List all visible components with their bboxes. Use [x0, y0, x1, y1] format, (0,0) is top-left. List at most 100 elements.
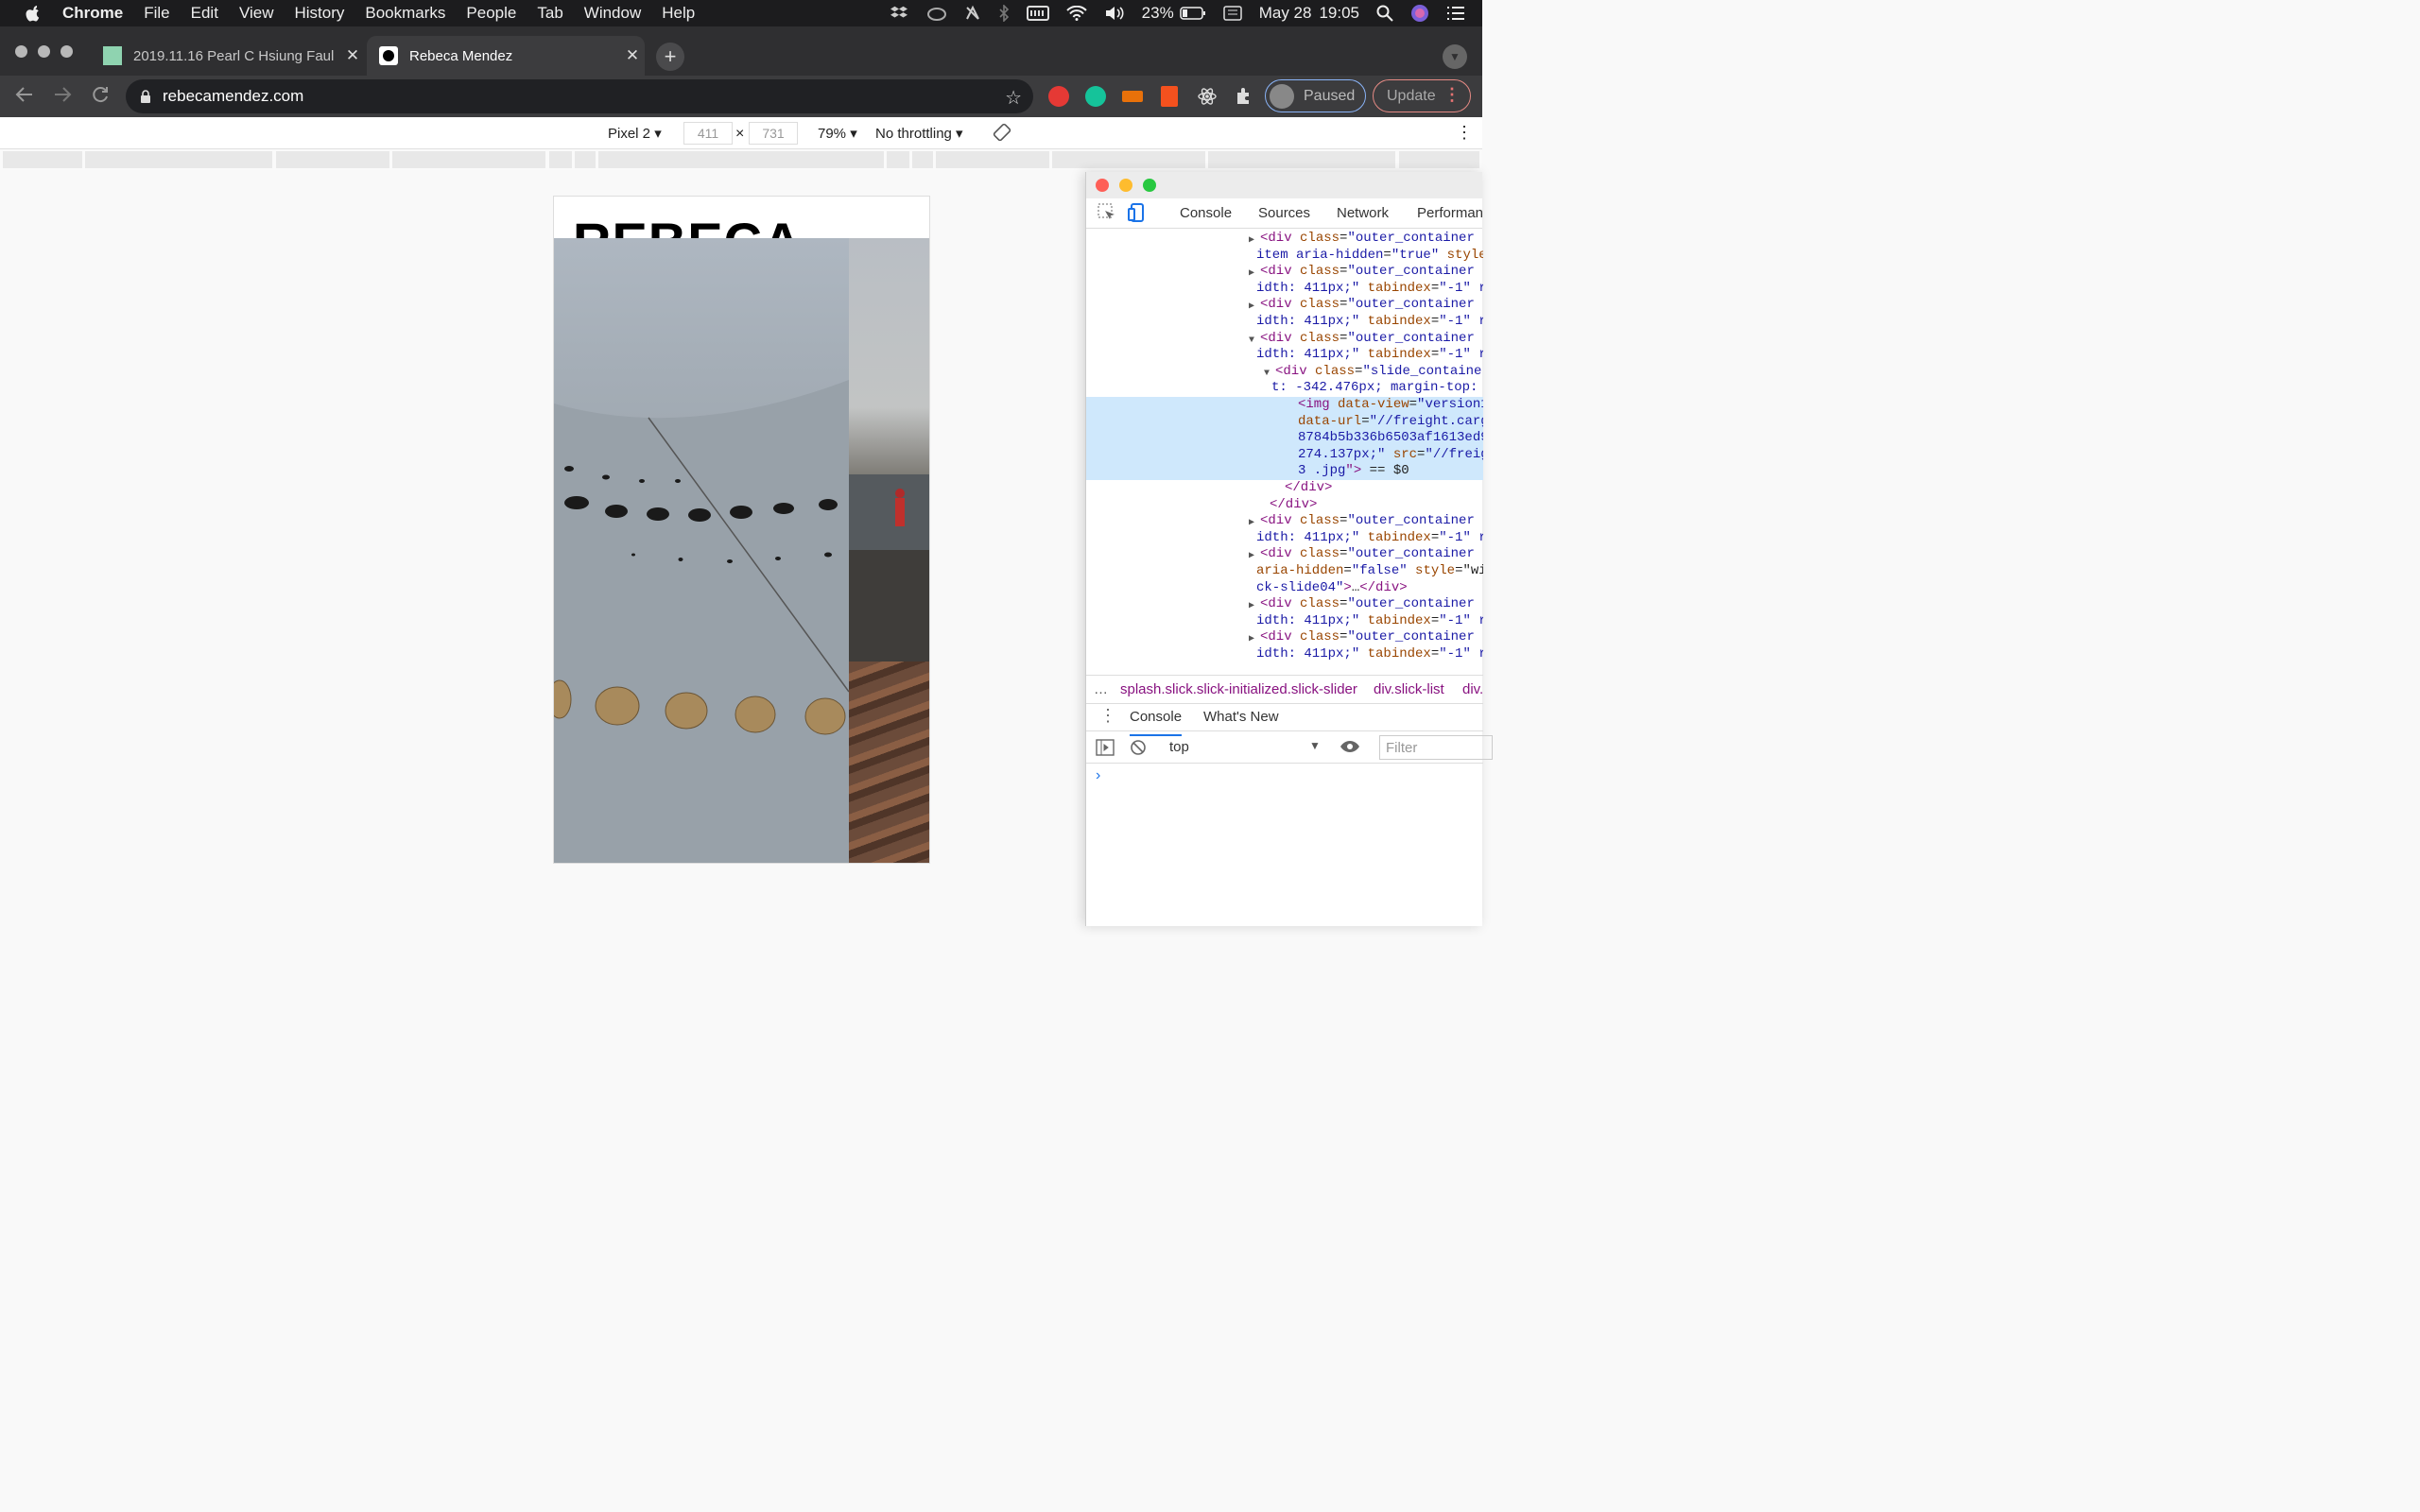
dom-node-line[interactable]: idth: 411px;" tabindex="-1" ro — [1086, 281, 1483, 298]
breadcrumb-item[interactable]: splash.slick.slick-initialized.slick-sli… — [1120, 681, 1357, 697]
dom-node-line[interactable]: item aria-hidden="true" style= — [1086, 248, 1483, 265]
spotlight-icon[interactable] — [1376, 5, 1393, 22]
media-query-bar[interactable] — [392, 151, 545, 168]
menu-history[interactable]: History — [294, 4, 344, 23]
drawer-menu-icon[interactable]: ⋮ — [1099, 706, 1116, 726]
dom-node-line[interactable]: ▼ <div class="outer_container — [1086, 331, 1483, 348]
dom-node-line[interactable]: </div> — [1086, 480, 1483, 497]
rotate-icon[interactable] — [993, 123, 1011, 146]
bluetooth-icon[interactable] — [998, 5, 1010, 22]
media-query-bar[interactable] — [1052, 151, 1205, 168]
wifi-icon[interactable] — [1065, 6, 1087, 21]
dom-node-line[interactable]: idth: 411px;" tabindex="-1" ro — [1086, 646, 1483, 663]
device-toolbar-toggle-icon[interactable] — [1128, 203, 1147, 226]
dom-node-line[interactable]: ▶ <div class="outer_container — [1086, 546, 1483, 563]
update-button[interactable]: Update ⋮ — [1373, 79, 1471, 112]
media-query-bar[interactable] — [1208, 151, 1395, 168]
tab-performance[interactable]: Performan — [1417, 205, 1483, 221]
dropbox-icon[interactable] — [890, 5, 909, 22]
menu-edit[interactable]: Edit — [191, 4, 218, 23]
tab-close-icon[interactable]: ✕ — [340, 46, 365, 65]
dom-node-line[interactable]: ▶ <div class="outer_container — [1086, 264, 1483, 281]
context-dropdown-icon[interactable]: ▼ — [1309, 739, 1321, 752]
menu-view[interactable]: View — [239, 4, 274, 23]
dom-node-line[interactable]: ▶ <div class="outer_container — [1086, 629, 1483, 646]
dom-node-line[interactable]: ▶ <div class="outer_container — [1086, 513, 1483, 530]
profile-paused-button[interactable]: Paused — [1265, 79, 1366, 112]
notification-center-icon[interactable] — [1446, 6, 1465, 21]
adblock-extension-icon[interactable] — [1048, 86, 1069, 107]
media-query-bar[interactable] — [85, 151, 272, 168]
volume-icon[interactable] — [1104, 6, 1125, 21]
slide-image-plaza[interactable] — [849, 238, 929, 662]
dom-node-line[interactable]: idth: 411px;" tabindex="-1" ro — [1086, 613, 1483, 630]
zoom-select[interactable]: 79% ▾ — [818, 125, 857, 142]
back-icon[interactable] — [15, 85, 34, 110]
media-query-bar[interactable] — [598, 151, 884, 168]
bookmark-star-icon[interactable]: ☆ — [1005, 86, 1022, 110]
dom-node-line[interactable]: idth: 411px;" tabindex="-1" ro — [1086, 530, 1483, 547]
dom-node-line[interactable]: idth: 411px;" tabindex="-1" ro — [1086, 314, 1483, 331]
menu-people[interactable]: People — [466, 4, 516, 23]
tab-rebeca-mendez[interactable]: Rebeca Mendez ✕ — [367, 36, 645, 76]
xml-extension-icon[interactable] — [1122, 91, 1143, 102]
dom-node-line[interactable]: ▶ <div class="outer_container — [1086, 297, 1483, 314]
dom-node-line[interactable]: ck-slide04">…</div> — [1086, 580, 1483, 597]
input-source-icon[interactable] — [1222, 6, 1242, 21]
dom-node-line[interactable]: idth: 411px;" tabindex="-1" ro — [1086, 347, 1483, 364]
apple-icon[interactable] — [23, 3, 43, 24]
breadcrumb-item[interactable]: div. — [1462, 681, 1483, 697]
menu-bookmarks[interactable]: Bookmarks — [365, 4, 445, 23]
sidebar-toggle-icon[interactable] — [1096, 739, 1115, 760]
dom-node-line[interactable]: </div> — [1086, 497, 1483, 514]
menu-window[interactable]: Window — [584, 4, 641, 23]
kebab-menu-icon[interactable]: ⋮ — [1443, 85, 1461, 105]
filter-input[interactable]: Filter — [1379, 735, 1493, 760]
tab-console[interactable]: Console — [1180, 205, 1232, 221]
inspect-element-icon[interactable] — [1098, 203, 1116, 226]
dom-node-line[interactable]: t: -342.476px; margin-top: 0 — [1086, 380, 1483, 397]
slide-image-wood[interactable] — [849, 662, 929, 863]
elements-tree[interactable]: … ▶<div class="outer_containeritem aria-… — [1086, 229, 1483, 675]
lock-icon[interactable] — [140, 90, 151, 103]
address-bar[interactable]: rebecamendez.com ☆ — [126, 79, 1033, 113]
media-query-bar[interactable] — [276, 151, 389, 168]
battery-icon[interactable] — [1179, 7, 1206, 20]
window-zoom-button[interactable] — [60, 45, 73, 58]
cloud-sync-icon[interactable] — [926, 6, 947, 21]
media-query-bar[interactable] — [1399, 151, 1479, 168]
clear-console-icon[interactable] — [1130, 739, 1147, 760]
devtools-close-button[interactable] — [1096, 179, 1109, 192]
media-query-bar[interactable] — [887, 151, 909, 168]
window-close-button[interactable] — [15, 45, 27, 58]
breadcrumb-item[interactable]: div.slick-list — [1374, 681, 1444, 697]
device-more-icon[interactable]: ⋮ — [1456, 123, 1473, 143]
new-tab-button[interactable]: + — [656, 43, 684, 71]
tab-search-icon[interactable]: ▼ — [1443, 44, 1467, 69]
keyboard-icon[interactable] — [1026, 6, 1049, 21]
menu-help[interactable]: Help — [662, 4, 695, 23]
clock-date[interactable]: May 28 — [1259, 4, 1312, 23]
dom-node-line[interactable]: ▼ <div class="slide_containe — [1086, 364, 1483, 381]
grammarly-extension-icon[interactable] — [1085, 86, 1106, 107]
dom-node-line[interactable]: 3 .jpg"> == $0 — [1086, 463, 1483, 481]
vpn-icon[interactable] — [964, 5, 981, 22]
media-query-bar[interactable] — [575, 151, 596, 168]
extensions-puzzle-icon[interactable] — [1234, 86, 1254, 107]
dom-node-line[interactable]: <img data-view="version1 — [1086, 397, 1483, 414]
dom-node-line[interactable]: data-url="//freight.carg — [1086, 413, 1483, 431]
tab-close-icon[interactable]: ✕ — [620, 46, 645, 65]
media-query-bar[interactable] — [912, 151, 933, 168]
breadcrumb-more[interactable]: … — [1094, 681, 1108, 697]
react-devtools-icon[interactable] — [1197, 86, 1218, 107]
tab-pearl-c-hsiung[interactable]: 2019.11.16 Pearl C Hsiung Faul ✕ — [91, 36, 365, 76]
devtools-minimize-button[interactable] — [1119, 179, 1132, 192]
dom-node-line[interactable]: aria-hidden="false" style="wid — [1086, 563, 1483, 580]
throttling-select[interactable]: No throttling ▾ — [875, 125, 963, 142]
devtools-zoom-button[interactable] — [1143, 179, 1156, 192]
orange-extension-icon[interactable] — [1161, 86, 1178, 107]
console-prompt[interactable]: › — [1096, 767, 1100, 784]
menu-file[interactable]: File — [144, 4, 169, 23]
dom-node-line[interactable]: ▶ <div class="outer_container — [1086, 231, 1483, 248]
drawer-tab-whats-new[interactable]: What's New — [1203, 709, 1279, 725]
